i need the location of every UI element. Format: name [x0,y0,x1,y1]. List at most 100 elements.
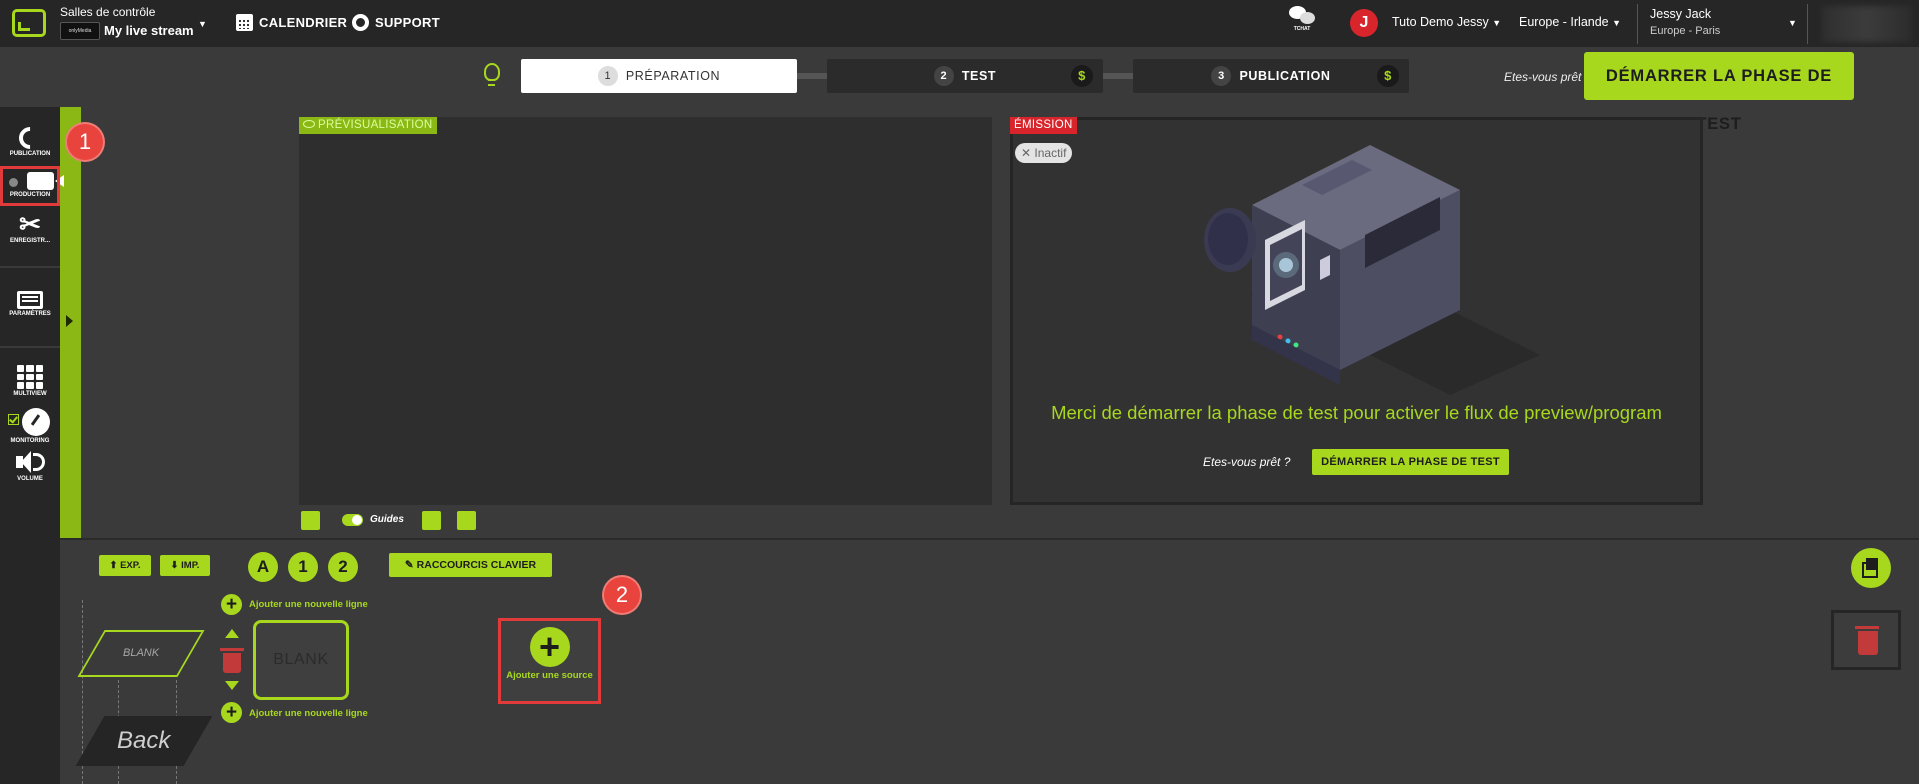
step-publication[interactable]: 3 PUBLICATION $ [1133,59,1409,93]
step-label: PUBLICATION [1239,69,1331,83]
step-number: 2 [933,66,954,86]
add-source-label: Ajouter une source [506,670,593,681]
annotation-badge-1: 1 [67,124,103,160]
calendar-icon [236,14,253,31]
organization-selector[interactable]: Tuto Demo Jessy ▼ [1392,15,1501,29]
user-timezone: Europe - Paris [1650,25,1721,37]
scissors-icon: ✂ [19,209,41,239]
sidebar-item-label: MULTIVIEW [13,391,47,397]
organization-name: Tuto Demo Jessy [1392,15,1489,29]
sidebar-item-label: PARAMÈTRES [9,311,51,317]
add-line-bottom-label[interactable]: Ajouter une nouvelle ligne [249,708,368,719]
step-label: PRÉPARATION [625,69,721,83]
plus-icon: + [529,627,570,667]
region-selector[interactable]: Europe - Irlande ▼ [1519,15,1621,29]
blurred-account-area [1822,6,1912,42]
avatar[interactable]: J [1350,9,1378,37]
step-test[interactable]: 2 TEST $ [827,59,1103,93]
upload-icon: ⬆ [109,560,118,571]
step-preparation[interactable]: 1 PRÉPARATION [521,59,797,93]
camcorder-illustration [1204,145,1540,395]
lightbulb-icon[interactable] [484,63,500,86]
ready-question: Etes-vous prêt [1504,70,1582,84]
sidebar-item-label: MONITORING [10,438,50,444]
grid-icon [17,365,43,389]
ready-question: Etes-vous prêt ? [1203,455,1291,469]
sidebar-item-publication[interactable]: PUBLICATION [0,122,60,157]
download-icon: ⬇ [170,560,179,571]
start-test-phase-button-secondary[interactable]: DÉMARRER LA PHASE DE TEST [1312,449,1509,475]
sidebar-item-monitoring[interactable]: MONITORING [0,408,60,444]
step-number: 1 [597,66,618,86]
add-line-top-label[interactable]: Ajouter une nouvelle ligne [249,599,368,610]
sidebar-item-volume[interactable]: VOLUME [0,450,60,482]
sidebar-item-label: VOLUME [17,476,43,482]
sidebar-item-label: PUBLICATION [9,151,51,157]
eye-icon [303,120,315,128]
step-connector [1103,73,1133,79]
divider [1637,4,1638,44]
chevron-down-icon[interactable]: ▼ [1788,18,1797,28]
room-selector[interactable]: My live stream [104,23,194,38]
trash-icon [1855,626,1879,655]
import-button[interactable]: ⬇ IMP. [160,555,210,576]
layer-2-button[interactable]: 2 [328,552,358,582]
sidebar-item-settings[interactable]: PARAMÈTRES [0,287,60,317]
guides-toggle[interactable] [342,514,363,526]
tchat-button[interactable]: TCHAT [1287,6,1317,32]
highlight-production [0,166,60,206]
status-label: Inactif [1034,146,1067,160]
divider [0,346,60,348]
status-badge: ✕ Inactif [1015,143,1073,163]
room-section-title: Salles de contrôle [60,5,156,19]
expand-arrow-icon[interactable] [66,315,73,327]
speaker-icon [16,450,45,474]
app-logo-icon[interactable] [12,9,46,37]
duplicate-icon[interactable] [1851,548,1891,588]
sidebar-item-recording[interactable]: ✂ ENREGISTR... [0,209,60,244]
trash-icon[interactable] [220,648,244,673]
user-name[interactable]: Jessy Jack [1650,7,1711,21]
keyboard-shortcuts-button[interactable]: ✎ RACCOURCIS CLAVIER [389,553,552,577]
delete-drop-zone[interactable] [1831,610,1901,670]
add-line-bottom-icon[interactable]: + [221,702,242,723]
dollar-icon: $ [1377,65,1399,87]
add-source-button[interactable]: + Ajouter une source [498,618,601,704]
satellite-icon [14,122,46,154]
top-bar: Salles de contrôle onlyMedia My live str… [0,0,1919,47]
region-name: Europe - Irlande [1519,15,1609,29]
speaker-button[interactable] [301,511,320,530]
move-down-icon[interactable] [225,681,239,690]
copy-button[interactable] [457,511,476,530]
import-label: IMP. [181,560,200,571]
chevron-down-icon[interactable]: ▼ [198,19,207,29]
shortcuts-label: RACCOURCIS CLAVIER [416,559,537,571]
chevron-down-icon: ▼ [1492,18,1502,28]
start-test-phase-button[interactable]: DÉMARRER LA PHASE DE TEST [1584,52,1854,133]
preview-monitor[interactable] [299,117,992,505]
move-up-icon[interactable] [225,629,239,638]
emission-message: Merci de démarrer la phase de test pour … [1051,402,1662,423]
mobile-view-button[interactable] [422,511,441,530]
export-button[interactable]: ⬆ EXP. [99,555,151,576]
step-number: 3 [1211,66,1232,86]
nav-support[interactable]: SUPPORT [352,14,440,31]
divider [0,266,60,268]
add-line-top-icon[interactable]: + [221,594,242,615]
checkbox-icon[interactable] [8,414,19,425]
chevron-down-icon: ▼ [1612,18,1622,28]
layer-a-button[interactable]: A [248,552,278,582]
close-icon: ✕ [1021,146,1032,160]
layer-blank-label: BLANK [122,647,160,659]
sidebar-item-multiview[interactable]: MULTIVIEW [0,365,60,397]
gauge-icon [22,408,50,436]
chat-bubbles-icon [1289,6,1315,26]
settings-panel-icon [17,291,43,309]
step-label: TEST [961,69,997,83]
nav-calendar-label: CALENDRIER [259,15,348,30]
layer-1-button[interactable]: 1 [288,552,318,582]
nav-support-label: SUPPORT [375,15,440,30]
preview-tag-label: PRÉVISUALISATION [318,119,433,131]
nav-calendar[interactable]: CALENDRIER [236,14,347,31]
scene-card-blank[interactable]: BLANK [253,620,349,700]
